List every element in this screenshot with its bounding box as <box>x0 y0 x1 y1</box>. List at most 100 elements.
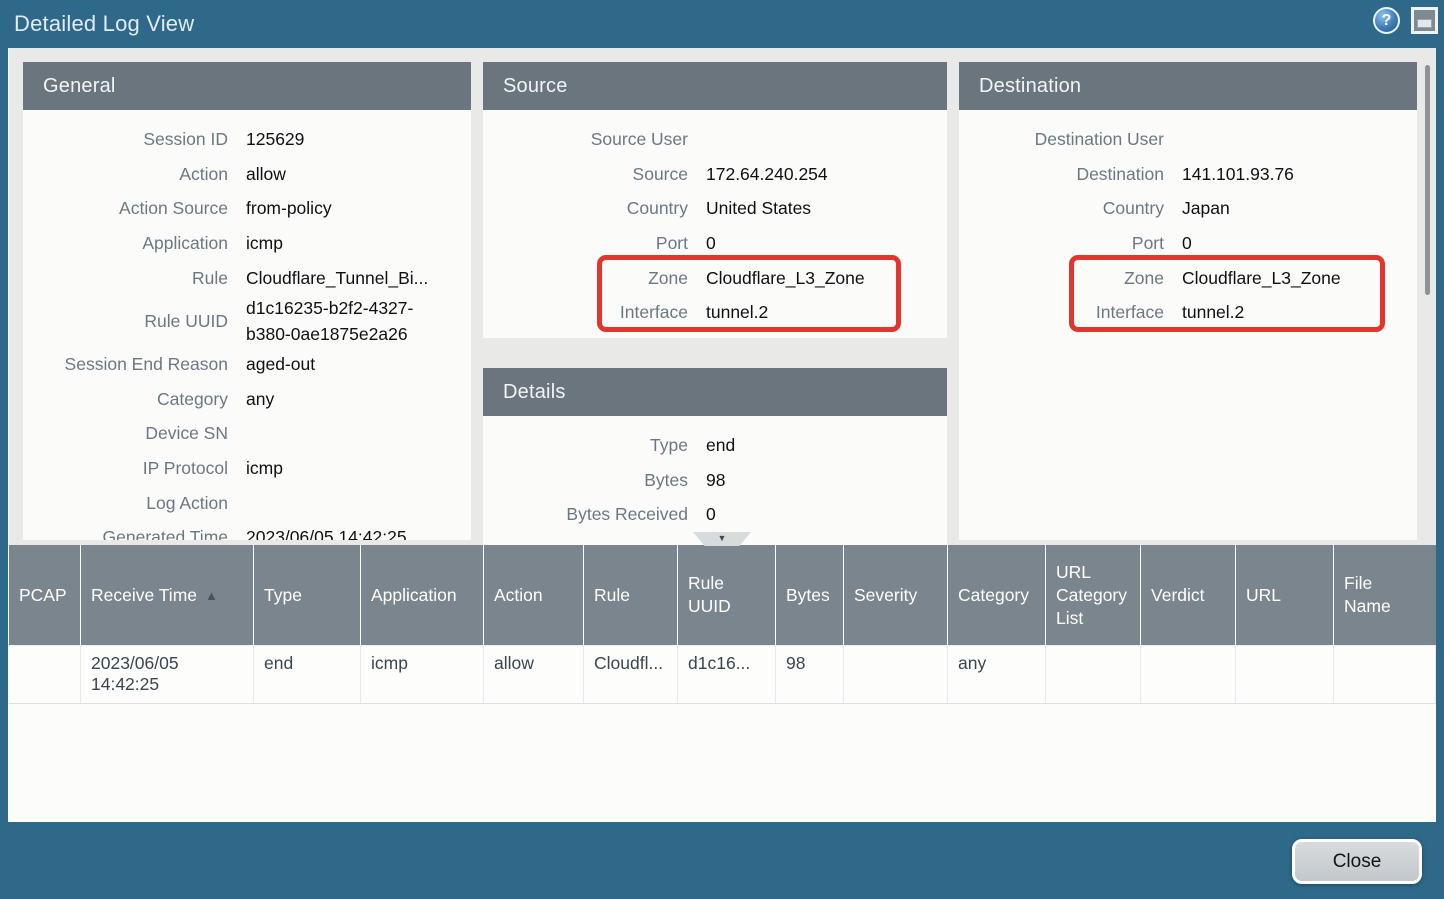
field-row-rule-uuid: Rule UUID d1c16235-b2f2-4327-b380-0ae1875… <box>23 295 471 347</box>
field-row-rule: Rule Cloudflare_Tunnel_Bi... <box>23 260 471 295</box>
highlight-box-destination-zone-interface <box>1069 255 1385 332</box>
field-label: Port <box>959 230 1164 256</box>
column-header-pcap[interactable]: PCAP <box>9 545 81 645</box>
field-value: aged-out <box>246 351 471 377</box>
cell-bytes: 98 <box>776 646 844 703</box>
column-label: Receive Time <box>91 584 197 607</box>
source-panel: Source Source User Source172.64.240.254Co… <box>483 62 947 338</box>
cell-rule-uuid: d1c16... <box>678 646 776 703</box>
field-label: Category <box>23 386 228 412</box>
cell-type: end <box>254 646 361 703</box>
column-label: Category <box>958 584 1029 607</box>
field-value: any <box>246 386 471 412</box>
field-label: Generated Time <box>23 524 228 540</box>
field-row-category: Category any <box>23 382 471 417</box>
field-value: icmp <box>246 455 471 481</box>
column-header-url[interactable]: URL <box>1236 545 1334 645</box>
field-label: Action Source <box>23 195 228 221</box>
field-row-type: Typeend <box>483 428 947 463</box>
column-header-rule[interactable]: Rule <box>584 545 678 645</box>
field-row-source-user: Source User <box>483 122 947 157</box>
column-label: Severity <box>854 584 917 607</box>
field-row-session-id: Session ID 125629 <box>23 122 471 157</box>
field-label: Session ID <box>23 126 228 152</box>
general-panel-body: Session ID 125629 Actionallow Action Source… <box>23 110 471 540</box>
close-button[interactable]: Close <box>1292 839 1422 884</box>
column-label: PCAP <box>19 584 67 607</box>
column-header-type[interactable]: Type <box>254 545 361 645</box>
field-value: icmp <box>246 230 471 256</box>
field-label: IP Protocol <box>23 455 228 481</box>
log-table: PCAP Receive Time ▲ Type Application Action Ru… <box>8 545 1436 822</box>
field-value: 141.101.93.76 <box>1182 161 1417 187</box>
column-header-url-category-list[interactable]: URL Category List <box>1046 545 1141 645</box>
field-value: 0 <box>1182 230 1417 256</box>
field-row-generated-time: Generated Time 2023/06/05 14:42:25 <box>23 520 471 540</box>
dialog-titlebar: Detailed Log View ? <box>0 0 1444 48</box>
field-label: Type <box>483 432 688 458</box>
field-value: 98 <box>706 467 947 493</box>
field-row-country: CountryUnited States <box>483 191 947 226</box>
column-header-category[interactable]: Category <box>948 545 1046 645</box>
field-value: d1c16235-b2f2-4327-b380-0ae1875e2a26 <box>246 295 471 347</box>
field-value: United States <box>706 195 947 221</box>
vertical-scrollbar-thumb[interactable] <box>1425 65 1430 295</box>
field-row-ip-protocol: IP Protocol icmp <box>23 451 471 486</box>
field-label: Rule UUID <box>23 308 228 334</box>
log-table-row[interactable]: 2023/06/05 14:42:25endicmpallowCloudfl..… <box>9 646 1436 704</box>
help-icon[interactable]: ? <box>1373 7 1400 34</box>
field-label: Source <box>483 161 688 187</box>
destination-panel-header: Destination <box>959 62 1417 110</box>
log-table-body: 2023/06/05 14:42:25endicmpallowCloudfl..… <box>9 646 1436 704</box>
cell-url-category-list <box>1046 646 1141 703</box>
field-label: Bytes <box>483 467 688 493</box>
general-panel-header: General <box>23 62 471 110</box>
cell-action: allow <box>484 646 584 703</box>
column-label: Verdict <box>1151 584 1205 607</box>
column-header-file-name[interactable]: File Name <box>1334 545 1436 645</box>
field-label: Port <box>483 230 688 256</box>
destination-panel: Destination Destination UserDestination1… <box>959 62 1417 540</box>
column-label: Type <box>264 584 302 607</box>
field-value: Cloudflare_Tunnel_Bi... <box>246 265 471 291</box>
highlight-box-source-zone-interface <box>597 255 901 332</box>
field-row-source: Source172.64.240.254 <box>483 157 947 192</box>
column-label: Bytes <box>786 584 830 607</box>
cell-pcap <box>9 646 81 703</box>
column-label: Action <box>494 584 543 607</box>
field-row-log-action: Log Action <box>23 485 471 520</box>
column-label: Application <box>371 584 457 607</box>
column-header-application[interactable]: Application <box>361 545 484 645</box>
column-header-severity[interactable]: Severity <box>844 545 948 645</box>
field-row-action: Actionallow <box>23 157 471 192</box>
field-value: 0 <box>706 501 947 527</box>
column-header-verdict[interactable]: Verdict <box>1141 545 1236 645</box>
window-restore-icon[interactable] <box>1411 7 1438 34</box>
cell-file-name <box>1334 646 1436 703</box>
field-label: Source User <box>483 126 688 152</box>
field-value: 125629 <box>246 126 471 152</box>
column-header-rule-uuid[interactable]: Rule UUID <box>678 545 776 645</box>
column-label: URL <box>1246 584 1281 607</box>
field-label: Session End Reason <box>23 351 228 377</box>
column-header-bytes[interactable]: Bytes <box>776 545 844 645</box>
column-header-receive-time[interactable]: Receive Time ▲ <box>81 545 254 645</box>
field-value: 2023/06/05 14:42:25 <box>246 524 471 540</box>
detail-section: General Session ID 125629 Actionallow Actio… <box>8 48 1436 545</box>
window-pane-glyph <box>1417 19 1432 28</box>
field-value: 0 <box>706 230 947 256</box>
field-row-session-end-reason: Session End Reason aged-out <box>23 347 471 382</box>
field-row-destination-user: Destination User <box>959 122 1417 157</box>
column-header-action[interactable]: Action <box>484 545 584 645</box>
field-value: end <box>706 432 947 458</box>
page-title: Detailed Log View <box>14 11 194 37</box>
field-label: Application <box>23 230 228 256</box>
field-label: Rule <box>23 265 228 291</box>
log-table-header-row: PCAP Receive Time ▲ Type Application Action Ru… <box>9 545 1436 646</box>
sort-ascending-icon: ▲ <box>205 584 218 607</box>
cell-application: icmp <box>361 646 484 703</box>
details-panel-body: TypeendBytes98Bytes Received0 <box>483 416 947 545</box>
field-row-application: Application icmp <box>23 226 471 261</box>
field-row-device-sn: Device SN <box>23 416 471 451</box>
field-value: allow <box>246 161 471 187</box>
